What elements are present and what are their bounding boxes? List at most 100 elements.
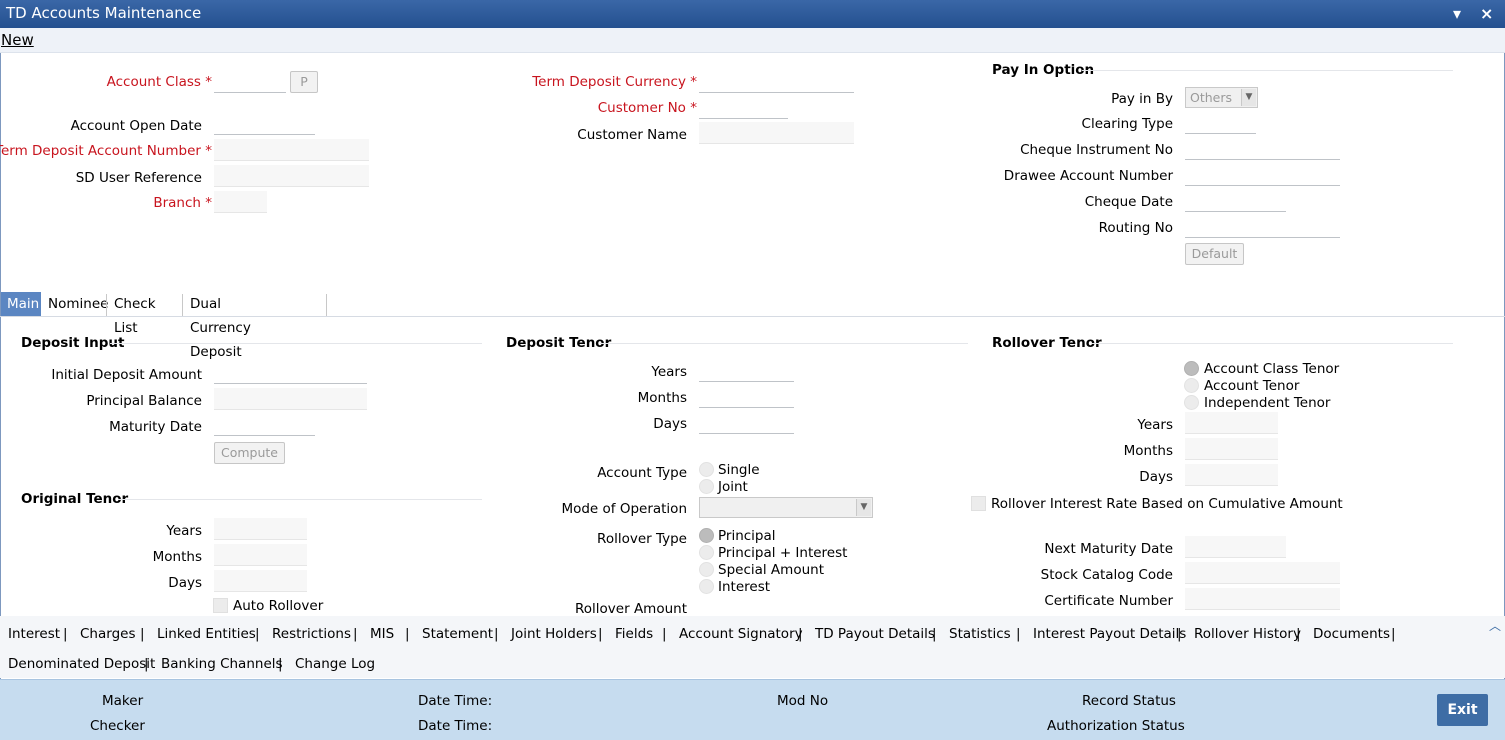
mode-of-operation-select[interactable]: ▼ bbox=[699, 497, 873, 518]
default-button[interactable]: Default bbox=[1185, 243, 1244, 265]
joint-radio[interactable] bbox=[699, 479, 714, 494]
link-linked-entities[interactable]: Linked Entities bbox=[157, 626, 256, 642]
account-class-tenor-radio[interactable] bbox=[1184, 361, 1199, 376]
sd-user-reference-input[interactable] bbox=[214, 165, 369, 187]
certificate-number-input[interactable] bbox=[1185, 588, 1340, 610]
account-open-date-input[interactable] bbox=[214, 113, 315, 135]
link-td-payout-details[interactable]: TD Payout Details bbox=[815, 626, 935, 642]
window-title: TD Accounts Maintenance bbox=[6, 4, 202, 22]
link-charges[interactable]: Charges bbox=[80, 626, 135, 642]
initial-deposit-amount-input[interactable] bbox=[214, 362, 367, 384]
single-radio-label: Single bbox=[718, 462, 760, 478]
mod-no-label: Mod No bbox=[777, 693, 829, 709]
close-icon[interactable]: × bbox=[1480, 0, 1493, 28]
branch-input[interactable] bbox=[214, 191, 267, 213]
account-class-lov-button[interactable]: P bbox=[290, 71, 318, 93]
principal-balance-label: Principal Balance bbox=[86, 393, 202, 409]
link-change-log[interactable]: Change Log bbox=[295, 656, 375, 672]
pay-in-by-select[interactable]: Others ▼ bbox=[1185, 87, 1258, 108]
link-fields[interactable]: Fields bbox=[615, 626, 653, 642]
interest-radio-label: Interest bbox=[718, 579, 771, 595]
link-rollover-history[interactable]: Rollover History bbox=[1194, 626, 1301, 642]
cheque-date-label: Cheque Date bbox=[1084, 194, 1173, 210]
exit-button[interactable]: Exit bbox=[1437, 694, 1488, 726]
original-years-label: Years bbox=[166, 523, 202, 539]
compute-button[interactable]: Compute bbox=[214, 442, 285, 464]
account-class-label: Account Class * bbox=[106, 74, 212, 90]
clearing-type-input[interactable] bbox=[1185, 112, 1256, 134]
auto-rollover-checkbox[interactable] bbox=[213, 598, 228, 613]
original-months-input[interactable] bbox=[214, 544, 307, 566]
window-title-bar: TD Accounts Maintenance bbox=[0, 0, 1505, 28]
audit-footer: Maker Checker Date Time: Date Time: Mod … bbox=[0, 679, 1505, 740]
tab-check-list[interactable]: Check List bbox=[108, 292, 162, 336]
principal-radio[interactable] bbox=[699, 528, 714, 543]
tab-dual-currency-deposit[interactable]: Dual Currency Deposit bbox=[184, 292, 257, 360]
new-link[interactable]: New bbox=[1, 31, 34, 49]
next-maturity-date-input[interactable] bbox=[1185, 536, 1286, 558]
checker-date-time-label: Date Time: bbox=[418, 718, 493, 734]
rollover-days-label: Days bbox=[1139, 469, 1173, 485]
deposit-input-title: Deposit Input bbox=[21, 335, 125, 351]
customer-name-label: Customer Name bbox=[577, 127, 687, 143]
drawee-account-number-input[interactable] bbox=[1185, 164, 1340, 186]
link-mis[interactable]: MIS bbox=[370, 626, 394, 642]
original-years-input[interactable] bbox=[214, 518, 307, 540]
link-restrictions[interactable]: Restrictions bbox=[272, 626, 351, 642]
routing-no-input[interactable] bbox=[1185, 216, 1340, 238]
rollover-years-input[interactable] bbox=[1185, 412, 1278, 434]
deposit-months-input[interactable] bbox=[699, 386, 794, 408]
link-banking-channels[interactable]: Banking Channels bbox=[161, 656, 283, 672]
stock-catalog-code-input[interactable] bbox=[1185, 562, 1340, 584]
tab-main[interactable]: Main bbox=[1, 292, 41, 316]
link-joint-holders[interactable]: Joint Holders bbox=[511, 626, 597, 642]
account-tenor-radio[interactable] bbox=[1184, 378, 1199, 393]
original-tenor-divider bbox=[118, 499, 482, 500]
link-interest[interactable]: Interest bbox=[8, 626, 60, 642]
link-statistics[interactable]: Statistics bbox=[949, 626, 1011, 642]
cheque-instrument-no-label: Cheque Instrument No bbox=[1020, 142, 1173, 158]
link-separator: | bbox=[798, 626, 803, 642]
link-separator: | bbox=[144, 656, 149, 672]
principal-interest-radio[interactable] bbox=[699, 545, 714, 560]
pay-in-by-value: Others bbox=[1190, 90, 1233, 105]
rollover-days-input[interactable] bbox=[1185, 464, 1278, 486]
link-documents[interactable]: Documents bbox=[1313, 626, 1390, 642]
single-radio[interactable] bbox=[699, 462, 714, 477]
link-statement[interactable]: Statement bbox=[422, 626, 493, 642]
rollover-interest-rate-label: Rollover Interest Rate Based on Cumulati… bbox=[991, 496, 1343, 512]
original-days-input[interactable] bbox=[214, 570, 307, 592]
deposit-input-divider bbox=[110, 343, 482, 344]
link-separator: | bbox=[598, 626, 603, 642]
rollover-tenor-divider bbox=[1092, 343, 1453, 344]
tab-underline bbox=[0, 316, 1505, 317]
cheque-instrument-no-input[interactable] bbox=[1185, 138, 1340, 160]
customer-name-input[interactable] bbox=[699, 122, 854, 144]
scroll-up-icon[interactable]: ︿ bbox=[1489, 618, 1501, 634]
link-denominated-deposit[interactable]: Denominated Deposit bbox=[8, 656, 155, 672]
tab-nominee[interactable]: Nominee bbox=[42, 292, 114, 316]
maturity-date-input[interactable] bbox=[214, 414, 315, 436]
principal-balance-input[interactable] bbox=[214, 388, 367, 410]
link-separator: | bbox=[1177, 626, 1182, 642]
interest-radio[interactable] bbox=[699, 579, 714, 594]
rollover-months-input[interactable] bbox=[1185, 438, 1278, 460]
stock-catalog-code-label: Stock Catalog Code bbox=[1040, 567, 1173, 583]
account-class-input[interactable] bbox=[214, 71, 286, 93]
link-interest-payout-details[interactable]: Interest Payout Details bbox=[1033, 626, 1186, 642]
deposit-years-input[interactable] bbox=[699, 360, 794, 382]
special-amount-radio[interactable] bbox=[699, 562, 714, 577]
cheque-date-input[interactable] bbox=[1185, 190, 1286, 212]
deposit-days-input[interactable] bbox=[699, 412, 794, 434]
td-currency-input[interactable] bbox=[699, 71, 854, 93]
customer-no-input[interactable] bbox=[699, 97, 788, 119]
independent-tenor-radio[interactable] bbox=[1184, 395, 1199, 410]
initial-deposit-amount-label: Initial Deposit Amount bbox=[51, 367, 202, 383]
td-account-number-input[interactable] bbox=[214, 139, 369, 161]
original-tenor-title: Original Tenor bbox=[21, 491, 129, 507]
link-separator: | bbox=[494, 626, 499, 642]
minimize-icon[interactable]: ▾ bbox=[1453, 0, 1461, 28]
link-account-signatory[interactable]: Account Signatory bbox=[679, 626, 803, 642]
rollover-interest-rate-checkbox[interactable] bbox=[971, 496, 986, 511]
deposit-tenor-divider bbox=[600, 343, 968, 344]
